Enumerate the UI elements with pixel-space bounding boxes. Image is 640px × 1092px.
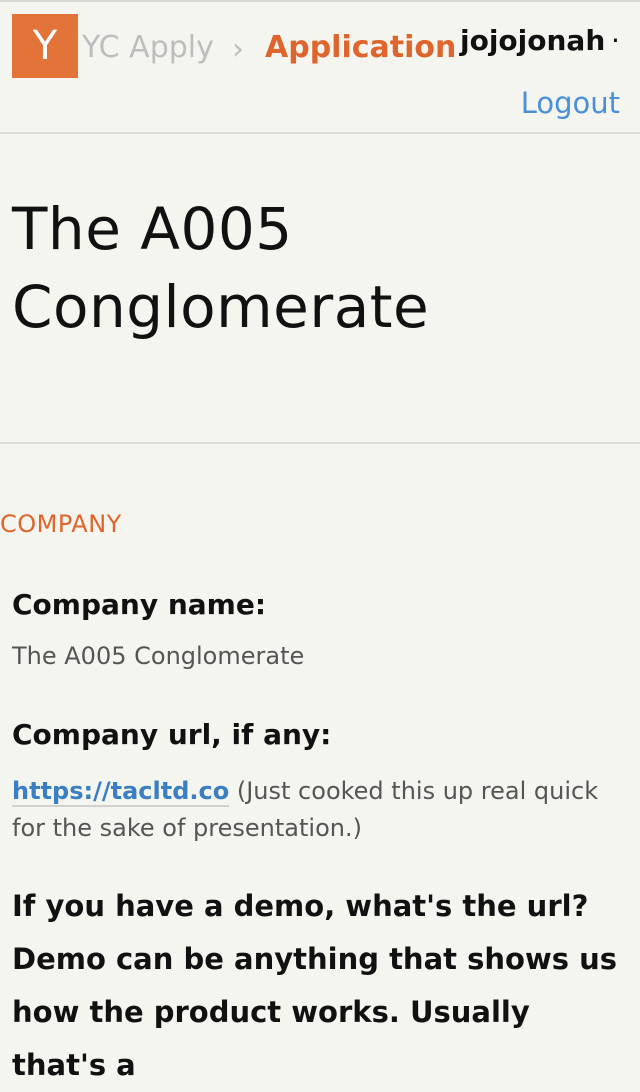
username: jojojonah: [460, 24, 606, 57]
demo-url-question: If you have a demo, what's the url? Demo…: [12, 889, 617, 1082]
title-divider: [0, 442, 640, 444]
logout-link[interactable]: Logout: [521, 86, 620, 120]
company-name-label: Company name:: [12, 588, 267, 621]
breadcrumb-application[interactable]: Application: [265, 30, 456, 65]
yc-logo[interactable]: Y: [12, 14, 78, 78]
company-url-link[interactable]: https://tacltd.co: [12, 777, 230, 807]
chevron-right-icon: ›: [232, 32, 244, 67]
separator-dot: ·: [611, 24, 620, 57]
breadcrumb-yc-apply[interactable]: YC Apply: [82, 30, 214, 65]
company-name-value: The A005 Conglomerate: [12, 642, 305, 670]
header-divider: [0, 132, 640, 134]
section-heading-company: COMPANY: [0, 510, 122, 538]
company-url-answer: https://tacltd.co (Just cooked this up r…: [12, 773, 628, 847]
page-title: The A005 Conglomerate: [12, 195, 430, 341]
top-border: [0, 0, 640, 2]
company-url-label: Company url, if any:: [12, 718, 332, 751]
